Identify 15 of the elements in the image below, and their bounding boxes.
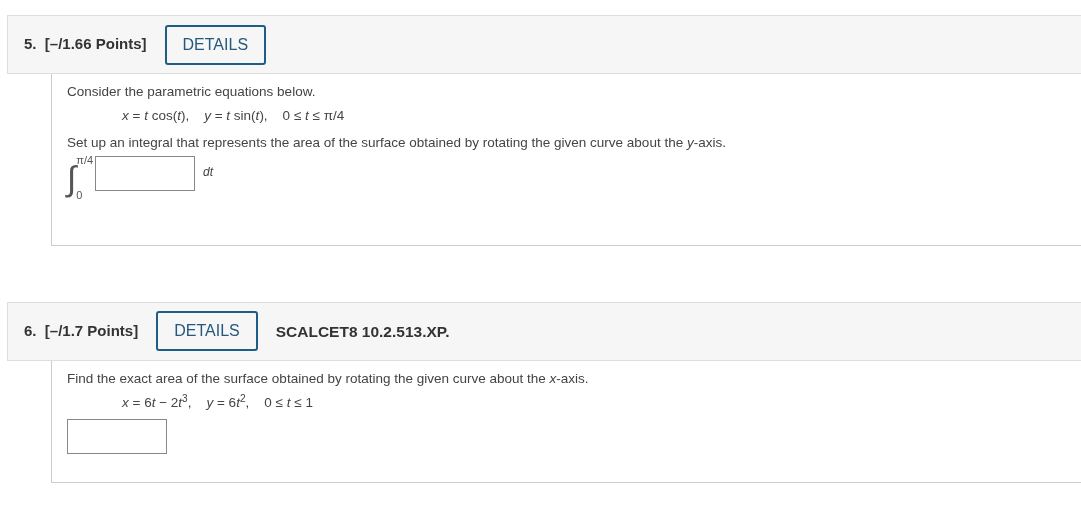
question-text: Set up an integral that represents the area of the surface obtained by rotating the given curve about the y-axis. xyxy=(67,133,727,152)
answer-field[interactable] xyxy=(95,156,196,192)
equation-text: x = 6t − 2t$^{3}$, y = 6t$^{2}$, 0 ≤ t ≤ 1 xyxy=(121,393,314,412)
lower-limit: 0 xyxy=(76,189,84,201)
answer-field[interactable] xyxy=(67,419,167,455)
details-button[interactable]: DETAILS xyxy=(156,311,258,352)
question-source: SCALCET8 10.2.513.XP. xyxy=(275,321,450,342)
differential-text: dt xyxy=(203,163,214,181)
equation-text: x = t cos(t), y = t sin(t), 0 ≤ t ≤ π/4 xyxy=(121,107,346,126)
upper-limit: π/4 xyxy=(76,154,94,166)
details-button[interactable]: DETAILS xyxy=(164,24,267,65)
question-text: Find the exact area of the surface obtained by rotating the given curve about the x-axis. xyxy=(67,369,590,388)
question-points: 5. [–/1.66 Points] xyxy=(24,34,147,55)
question-text: Consider the parametric equations below. xyxy=(67,83,317,101)
question-points: 6. [–/1.7 Points] xyxy=(24,321,139,341)
